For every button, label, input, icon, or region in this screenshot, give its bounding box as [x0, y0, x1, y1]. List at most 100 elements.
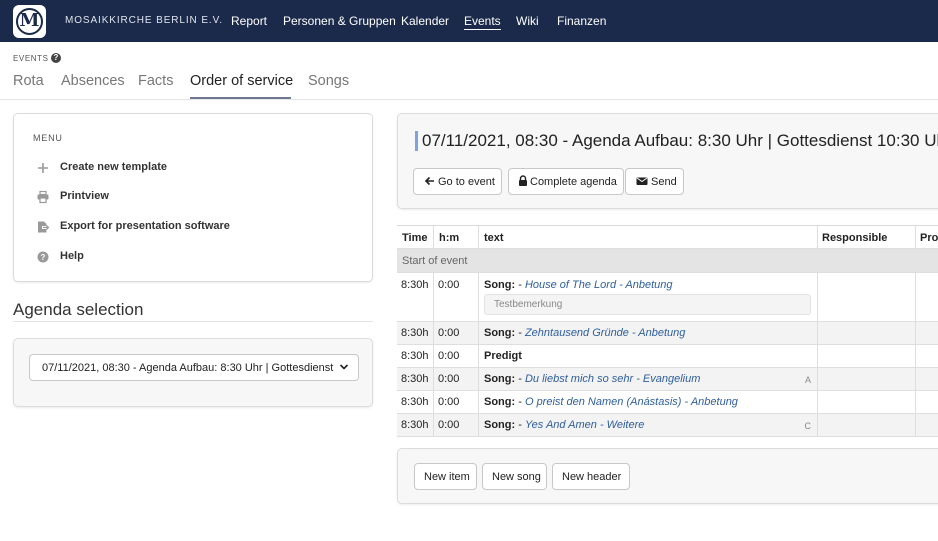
table-row[interactable]: 8:30h 0:00 Song: - House of The Lord - A… [397, 273, 938, 322]
send-button[interactable]: Send [625, 168, 684, 195]
song-prefix: Song: [484, 373, 516, 385]
song-link[interactable]: Zehntausend Gründe - Anbetung [525, 327, 685, 339]
duration-cell: 0:00 [433, 368, 478, 390]
go-to-event-button[interactable]: Go to event [413, 168, 502, 195]
pro-cell[interactable] [915, 414, 938, 436]
time-cell: 8:30h [397, 391, 433, 413]
order-of-service-table: Time h:m text Responsible Pro Start of e… [397, 225, 938, 437]
tab-absences[interactable]: Absences [61, 73, 125, 89]
duration-cell: 0:00 [433, 414, 478, 436]
export-icon [36, 220, 50, 234]
text-cell: Song: - Yes And Amen - Weitere C [478, 414, 817, 436]
header-cell: text [478, 226, 817, 248]
tab-order-of-service[interactable]: Order of service [190, 73, 293, 89]
top-navbar: M MOSAIKKIRCHE BERLIN E.V. Report Person… [0, 0, 938, 42]
table-actions-panel: New item New song New header [397, 448, 938, 504]
table-row[interactable]: 8:30h 0:00 Predigt [397, 345, 938, 368]
church-logo[interactable]: M [13, 5, 46, 38]
complete-agenda-button[interactable]: Complete agenda [508, 168, 624, 195]
pro-cell[interactable] [915, 391, 938, 413]
song-key: A [804, 375, 811, 385]
responsible-cell[interactable] [817, 322, 915, 344]
duration-value: 0:00 [438, 419, 460, 431]
duration-value: 0:00 [438, 373, 460, 385]
menu-item-help[interactable]: ? Help [14, 246, 372, 268]
menu-item-label: Printview [60, 190, 109, 202]
nav-kalender[interactable]: Kalender [401, 14, 449, 28]
note-text: Testbemerkung [494, 299, 563, 310]
responsible-cell[interactable] [817, 368, 915, 390]
pro-cell[interactable] [915, 273, 938, 321]
responsible-cell[interactable] [817, 273, 915, 321]
column-pro: Pro [920, 232, 938, 244]
song-separator: - [515, 419, 525, 431]
tab-rota[interactable]: Rota [13, 73, 44, 89]
pro-cell[interactable] [915, 322, 938, 344]
song-link[interactable]: O preist den Namen (Anástasis) - Anbetun… [525, 396, 738, 408]
item-text: Song: - O preist den Namen (Anástasis) -… [484, 396, 738, 408]
text-cell: Predigt [478, 345, 817, 367]
responsible-cell[interactable] [817, 414, 915, 436]
header-cell: Pro [915, 226, 938, 248]
song-link[interactable]: Du liebst mich so sehr - Evangelium [525, 373, 700, 385]
song-separator: - [515, 327, 525, 339]
column-time: Time [402, 232, 428, 244]
duration-cell: 0:00 [433, 322, 478, 344]
agenda-select[interactable]: 07/11/2021, 08:30 - Agenda Aufbau: 8:30 … [29, 354, 359, 381]
responsible-cell[interactable] [817, 345, 915, 367]
menu-item-label: Export for presentation software [60, 220, 230, 232]
time-cell: 8:30h [397, 368, 433, 390]
item-text: Song: - House of The Lord - Anbetung [484, 279, 673, 291]
responsible-cell[interactable] [817, 391, 915, 413]
table-row[interactable]: 8:30h 0:00 Song: - Du liebst mich so seh… [397, 368, 938, 391]
table-row[interactable]: 8:30h 0:00 Song: - Zehntausend Gründe - … [397, 322, 938, 345]
printer-icon [36, 190, 50, 204]
send-label: Send [651, 176, 677, 188]
new-header-label: New header [562, 471, 622, 483]
song-prefix: Song: [484, 279, 516, 291]
go-to-event-label: Go to event [438, 176, 495, 188]
item-text: Song: - Du liebst mich so sehr - Evangel… [484, 373, 700, 385]
menu-item-create-template[interactable]: Create new template [14, 157, 372, 179]
new-item-button[interactable]: New item [414, 463, 477, 490]
menu-panel: MENU Create new template Printview Expor… [13, 113, 373, 282]
item-text: Predigt [484, 350, 522, 362]
section-label: EVENTS [13, 54, 49, 63]
time-value: 8:30h [401, 350, 429, 362]
tab-songs[interactable]: Songs [308, 73, 349, 89]
nav-wiki[interactable]: Wiki [516, 14, 539, 28]
header-cell: Responsible [817, 226, 915, 248]
pro-cell[interactable] [915, 368, 938, 390]
pro-cell[interactable] [915, 345, 938, 367]
song-link[interactable]: House of The Lord - Anbetung [525, 279, 673, 291]
note-box[interactable]: Testbemerkung [484, 294, 811, 315]
header-cell: h:m [433, 226, 478, 248]
song-separator: - [515, 373, 525, 385]
arrow-left-icon [424, 175, 435, 191]
question-icon: ? [36, 250, 50, 264]
column-text: text [484, 232, 504, 244]
song-link[interactable]: Yes And Amen - Weitere [525, 419, 644, 431]
song-prefix: Song: [484, 419, 516, 431]
menu-item-label: Create new template [60, 161, 167, 173]
column-responsible: Responsible [822, 232, 888, 244]
table-row[interactable]: 8:30h 0:00 Song: - O preist den Namen (A… [397, 391, 938, 414]
song-key: C [804, 421, 812, 431]
duration-value: 0:00 [438, 396, 460, 408]
section-header-row[interactable]: Start of event [397, 249, 938, 273]
nav-report[interactable]: Report [231, 14, 267, 28]
menu-item-printview[interactable]: Printview [14, 186, 372, 208]
new-song-button[interactable]: New song [482, 463, 547, 490]
nav-finanzen[interactable]: Finanzen [557, 14, 606, 28]
nav-events[interactable]: Events [464, 14, 501, 30]
envelope-icon [636, 175, 648, 191]
new-song-label: New song [492, 471, 541, 483]
brand-name[interactable]: MOSAIKKIRCHE BERLIN E.V. [65, 15, 223, 26]
new-header-button[interactable]: New header [552, 463, 630, 490]
help-icon[interactable]: ? [51, 53, 61, 63]
nav-personen-gruppen[interactable]: Personen & Gruppen [283, 14, 396, 28]
tab-facts[interactable]: Facts [138, 73, 173, 89]
duration-value: 0:00 [438, 279, 460, 291]
menu-item-export[interactable]: Export for presentation software [14, 216, 372, 238]
table-row[interactable]: 8:30h 0:00 Song: - Yes And Amen - Weiter… [397, 414, 938, 437]
